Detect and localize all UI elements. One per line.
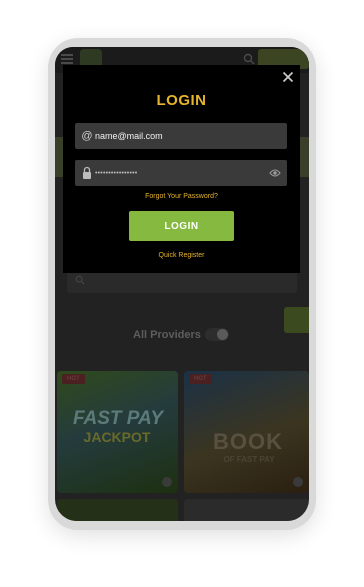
hot-badge: HOT xyxy=(189,374,212,384)
providers-filter: All Providers xyxy=(55,324,309,346)
menu-icon[interactable] xyxy=(61,54,73,64)
password-field xyxy=(75,160,287,186)
email-field: @ xyxy=(75,123,287,149)
forgot-password-link[interactable]: Forgot Your Password? xyxy=(63,193,300,200)
game-title: BOOK xyxy=(213,429,283,454)
game-card[interactable]: HOT FAST PAY JACKPOT xyxy=(57,371,178,493)
info-icon[interactable] xyxy=(162,477,172,487)
at-icon: @ xyxy=(81,130,93,142)
side-banner-right xyxy=(299,137,309,177)
game-card[interactable] xyxy=(184,499,309,521)
info-icon[interactable] xyxy=(293,477,303,487)
game-card[interactable] xyxy=(57,499,178,521)
providers-toggle[interactable] xyxy=(205,328,229,341)
login-modal: LOGIN @ Forgot Your Password? LOGIN Quic… xyxy=(63,65,300,273)
search-icon[interactable] xyxy=(243,53,255,65)
game-subtitle: OF FAST PAY xyxy=(223,455,275,464)
close-icon[interactable] xyxy=(282,71,294,83)
password-input[interactable] xyxy=(95,160,267,186)
eye-icon[interactable] xyxy=(269,168,281,178)
lock-icon xyxy=(83,166,91,179)
modal-title: LOGIN xyxy=(156,92,207,109)
search-icon xyxy=(75,275,85,285)
login-button[interactable]: LOGIN xyxy=(129,211,234,241)
quick-register-link[interactable]: Quick Register xyxy=(63,252,300,259)
phone-frame: All Providers HOT FAST PAY JACKPOT HOT B… xyxy=(48,38,316,530)
game-title: FAST PAY xyxy=(72,408,164,429)
game-card[interactable]: HOT BOOK OF FAST PAY xyxy=(184,371,309,493)
phone-screen: All Providers HOT FAST PAY JACKPOT HOT B… xyxy=(55,47,309,521)
game-subtitle: JACKPOT xyxy=(83,429,151,445)
hot-badge: HOT xyxy=(62,374,85,384)
providers-label: All Providers xyxy=(133,329,201,341)
email-input[interactable] xyxy=(95,123,267,149)
